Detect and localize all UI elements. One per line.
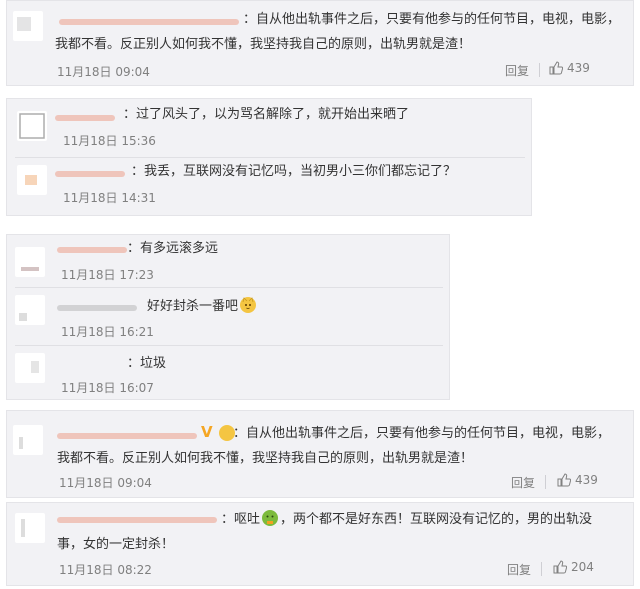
- like-button[interactable]: 439: [549, 61, 590, 75]
- like-count: 204: [571, 560, 594, 574]
- comment-time: 11月18日 09:04: [59, 476, 152, 490]
- comment-text: ：有多远滚多远: [127, 241, 219, 256]
- avatar[interactable]: [13, 425, 43, 455]
- comment-time: 11月18日 09:04: [57, 65, 150, 79]
- comment-time: 11月18日 17:23: [61, 268, 154, 282]
- blurred-avatar-icon: [21, 267, 39, 271]
- divider: [541, 562, 542, 576]
- thumbs-up-icon: [557, 473, 571, 487]
- avatar[interactable]: [15, 295, 45, 325]
- divider: [15, 287, 443, 288]
- username-blurred[interactable]: [55, 115, 115, 121]
- avatar[interactable]: [15, 247, 45, 277]
- username-blurred[interactable]: [57, 433, 197, 439]
- comment-time: 11月18日 14:31: [63, 191, 156, 205]
- blurred-avatar-icon: [19, 313, 27, 321]
- divider: [545, 475, 546, 489]
- comment-card: ：呕吐 ，两个都不是好东西！互联网没有记忆的，男的出轨没 事，女的一定封杀！ 11…: [6, 502, 634, 586]
- comment-text: ：我丢，互联网没有记忆吗，当初男小三你们都忘记了？: [131, 164, 457, 179]
- reply-button[interactable]: 回复: [505, 62, 529, 79]
- vomit-face-icon: [262, 510, 279, 526]
- comment-text: ：过了风头了，以为骂名解除了，就开始出来晒了: [123, 107, 410, 122]
- verified-badge: V: [201, 423, 213, 441]
- comment-text-post: ，两个都不是好东西！互联网没有记忆的，男的出轨没: [280, 512, 593, 527]
- thumbs-up-icon: [549, 61, 563, 75]
- avatar[interactable]: [15, 513, 45, 543]
- comment-time: 11月18日 08:22: [59, 563, 152, 577]
- divider: [15, 157, 525, 158]
- blurred-avatar-icon: [25, 175, 37, 185]
- username-blurred[interactable]: [55, 171, 125, 177]
- comment-text-line1: ：呕吐 ，两个都不是好东西！互联网没有记忆的，男的出轨没: [221, 509, 592, 531]
- like-button[interactable]: 204: [553, 560, 594, 574]
- like-button[interactable]: 439: [557, 473, 598, 487]
- comment-card: ：自从他出轨事件之后，只要有他参与的任何节目，电视，电影， 我都不看。反正别人如…: [6, 0, 634, 86]
- username-blurred[interactable]: [57, 517, 217, 523]
- like-count: 439: [567, 61, 590, 75]
- comment-text-line2: 事，女的一定封杀！: [57, 537, 175, 552]
- username-blurred[interactable]: [57, 305, 137, 311]
- username-blurred[interactable]: [59, 19, 239, 25]
- comment-text-line2: 我都不看。反正别人如何我不懂，我坚持我自己的原则，出轨男就是渣！: [55, 37, 472, 52]
- avatar[interactable]: [17, 111, 47, 141]
- thumbs-up-icon: [553, 560, 567, 574]
- comment-card: ：有多远滚多远 11月18日 17:23 好好封杀一番吧 11月18日 16:2…: [6, 234, 450, 400]
- username-blurred[interactable]: [57, 247, 127, 253]
- comment-text-line1: ：自从他出轨事件之后，只要有他参与的任何节目，电视，电影，: [233, 426, 611, 441]
- comment-text: ：垃圾: [127, 356, 167, 371]
- comment-text-line2: 我都不看。反正别人如何我不懂，我坚持我自己的原则，出轨男就是渣！: [57, 451, 474, 466]
- divider: [15, 345, 443, 346]
- comment-time: 11月18日 16:07: [61, 381, 154, 395]
- comment-text-line1: ：自从他出轨事件之后，只要有他参与的任何节目，电视，电影，: [243, 12, 621, 27]
- comment-text-pre: ：呕吐: [221, 512, 261, 527]
- cat-face-icon: [240, 297, 257, 313]
- comment-time: 11月18日 16:21: [61, 325, 154, 339]
- reply-button[interactable]: 回复: [511, 474, 535, 491]
- reply-button[interactable]: 回复: [507, 561, 531, 578]
- avatar[interactable]: [13, 11, 43, 41]
- comment-text-content: 好好封杀一番吧: [147, 299, 239, 314]
- blurred-avatar-icon: [19, 113, 45, 139]
- avatar[interactable]: [17, 165, 47, 195]
- comment-card: ：过了风头了，以为骂名解除了，就开始出来晒了 11月18日 15:36 ：我丢，…: [6, 98, 532, 216]
- comment-text: 好好封杀一番吧: [147, 296, 258, 318]
- blurred-avatar-icon: [31, 361, 39, 373]
- comment-time: 11月18日 15:36: [63, 134, 156, 148]
- blurred-avatar-icon: [21, 519, 25, 537]
- divider: [539, 63, 540, 77]
- blurred-avatar-icon: [17, 17, 31, 31]
- blurred-avatar-icon: [19, 437, 23, 449]
- avatar[interactable]: [15, 353, 45, 383]
- like-count: 439: [575, 473, 598, 487]
- comment-card: V ：自从他出轨事件之后，只要有他参与的任何节目，电视，电影， 我都不看。反正别…: [6, 410, 634, 498]
